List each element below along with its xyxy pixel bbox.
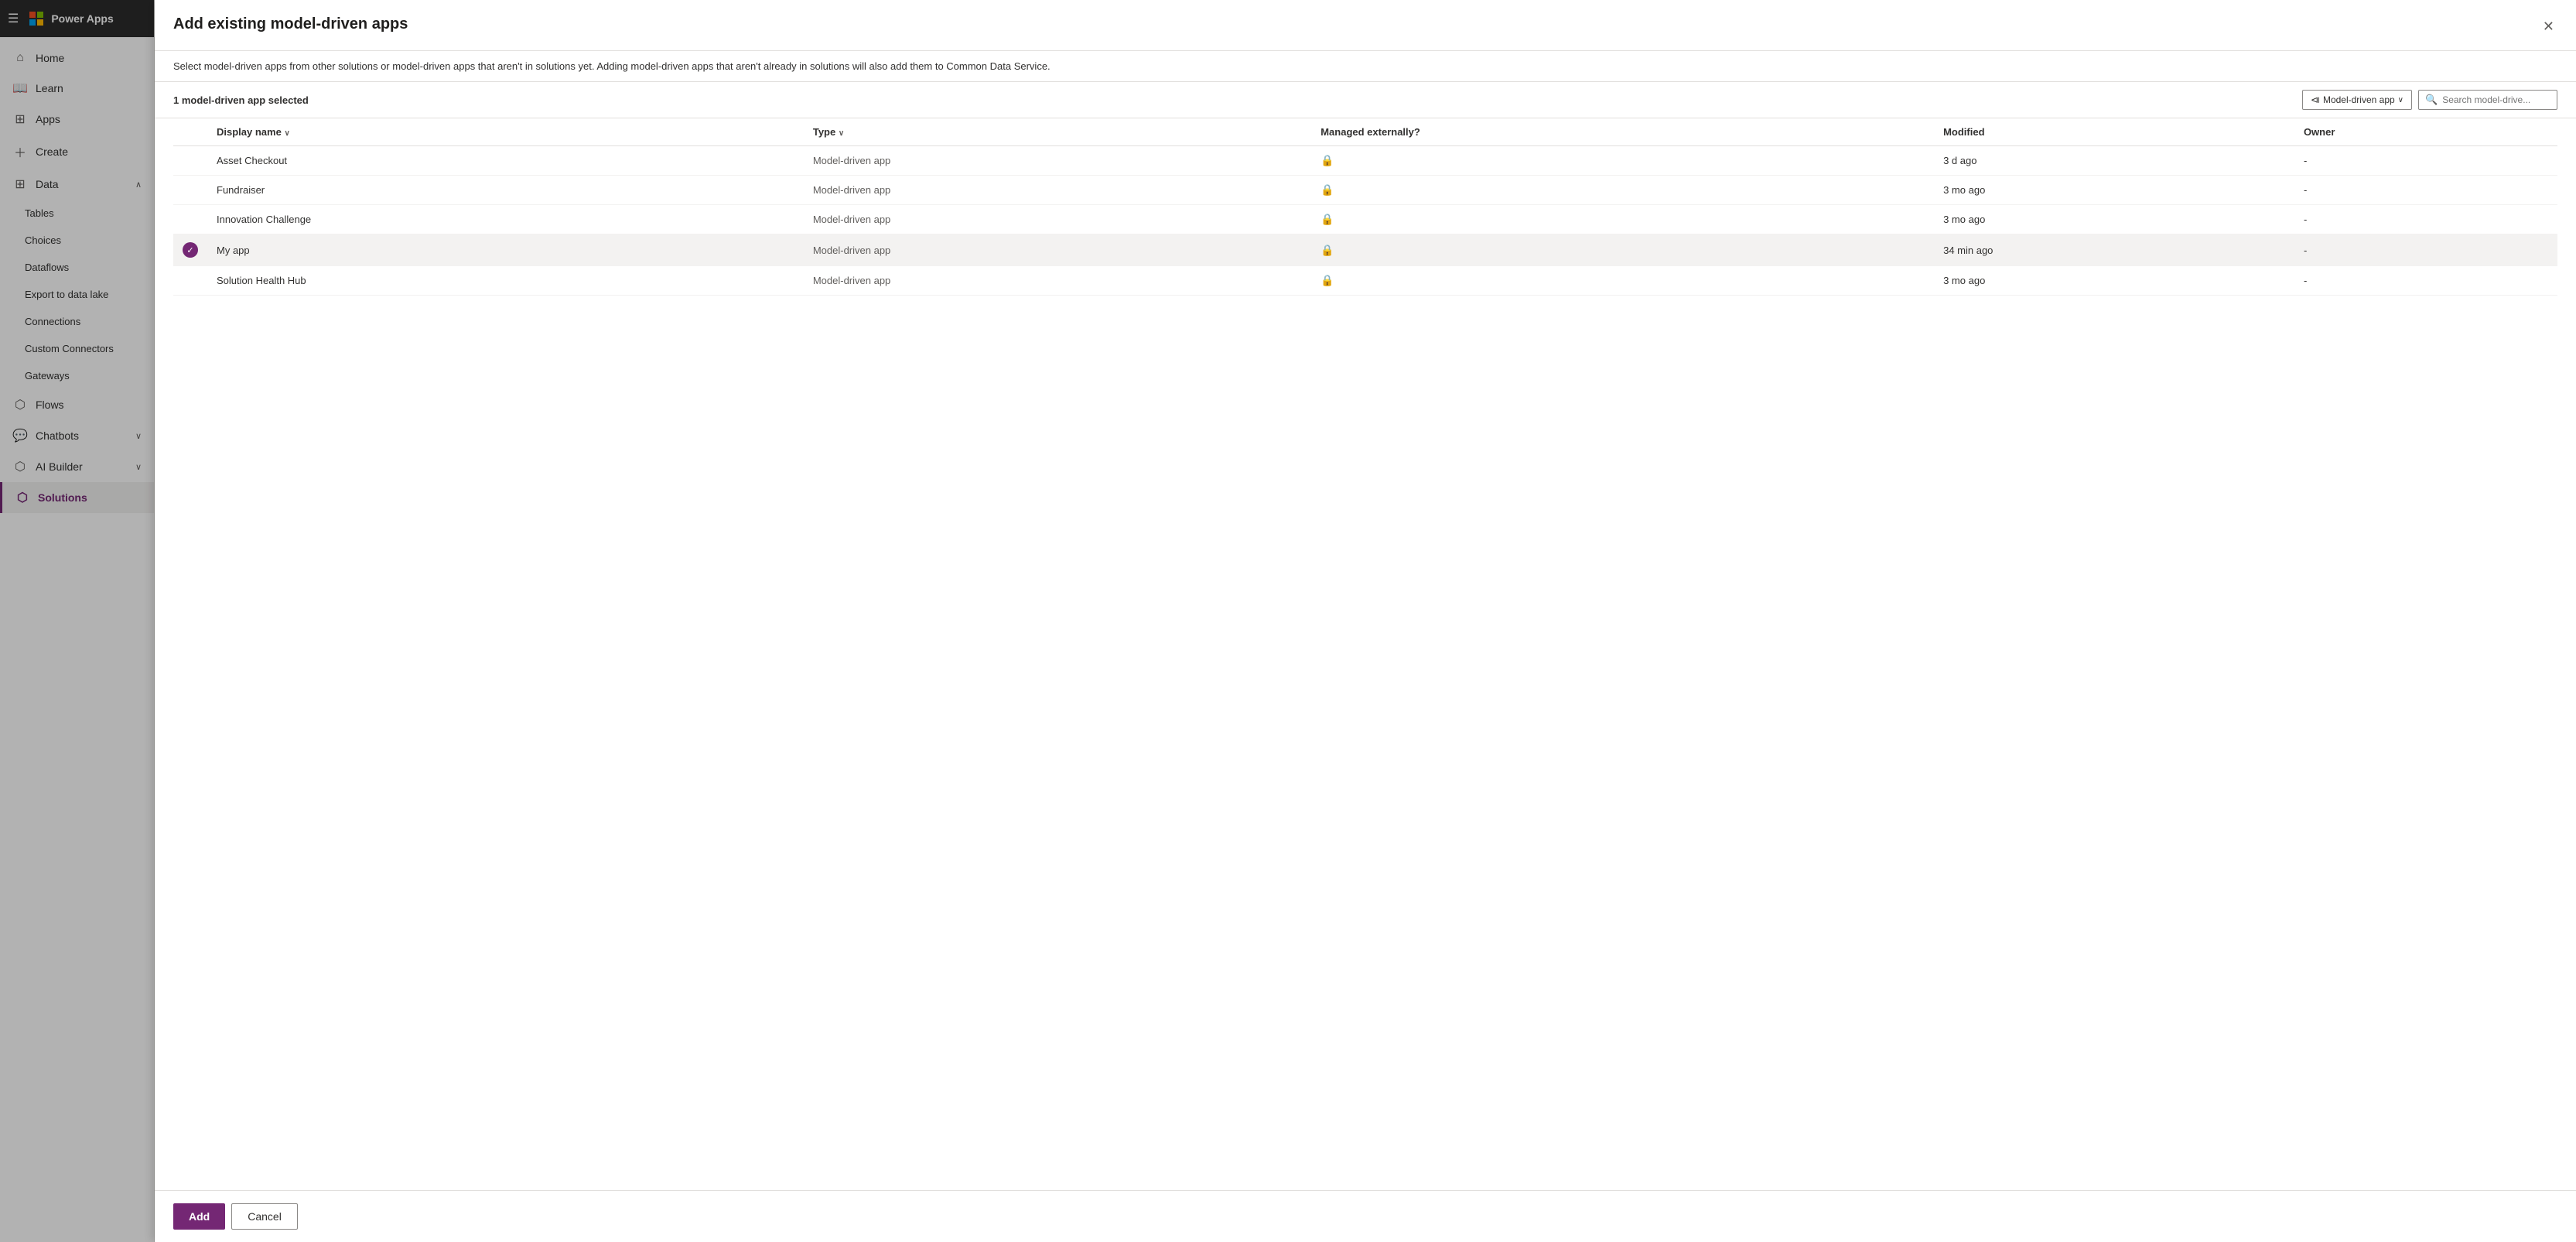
search-icon: 🔍: [2425, 94, 2438, 106]
lock-icon: 🔒: [1320, 154, 1334, 166]
row-managed-asset-checkout: 🔒: [1311, 146, 1934, 176]
cancel-button[interactable]: Cancel: [231, 1203, 298, 1230]
sort-type-icon: ∨: [839, 129, 844, 138]
lock-icon: 🔒: [1320, 183, 1334, 196]
col-display-name[interactable]: Display name ∨: [207, 118, 804, 146]
col-managed-label: Managed externally?: [1320, 126, 1420, 138]
table-row[interactable]: Asset Checkout Model-driven app 🔒 3 d ag…: [173, 146, 2557, 176]
col-type[interactable]: Type ∨: [804, 118, 1311, 146]
col-owner: Owner: [2294, 118, 2557, 146]
panel-toolbar: 1 model-driven app selected ⧏ Model-driv…: [155, 82, 2576, 118]
table-row[interactable]: Solution Health Hub Model-driven app 🔒 3…: [173, 266, 2557, 296]
selection-count: 1 model-driven app selected: [173, 94, 309, 106]
row-modified-solution-health-hub: 3 mo ago: [1934, 266, 2294, 296]
apps-table: Display name ∨ Type ∨ Managed externally…: [173, 118, 2557, 296]
col-check: [173, 118, 207, 146]
row-managed-solution-health-hub: 🔒: [1311, 266, 1934, 296]
row-type-fundraiser: Model-driven app: [804, 176, 1311, 205]
row-owner-fundraiser: -: [2294, 176, 2557, 205]
row-type-my-app: Model-driven app: [804, 234, 1311, 266]
row-owner-asset-checkout: -: [2294, 146, 2557, 176]
lock-icon: 🔒: [1320, 213, 1334, 225]
table-row[interactable]: Fundraiser Model-driven app 🔒 3 mo ago -: [173, 176, 2557, 205]
row-modified-my-app: 34 min ago: [1934, 234, 2294, 266]
panel-title: Add existing model-driven apps: [173, 15, 408, 33]
table-header-row: Display name ∨ Type ∨ Managed externally…: [173, 118, 2557, 146]
add-button[interactable]: Add: [173, 1203, 225, 1230]
add-apps-panel: Add existing model-driven apps ✕ Select …: [155, 0, 2576, 1242]
panel-toolbar-right: ⧏ Model-driven app ∨ 🔍: [2302, 90, 2557, 110]
row-name-innovation-challenge: Innovation Challenge: [207, 205, 804, 234]
col-managed: Managed externally?: [1311, 118, 1934, 146]
search-box[interactable]: 🔍: [2418, 90, 2557, 110]
row-managed-innovation-challenge: 🔒: [1311, 205, 1934, 234]
lock-icon: 🔒: [1320, 244, 1334, 256]
col-modified: Modified: [1934, 118, 2294, 146]
row-owner-innovation-challenge: -: [2294, 205, 2557, 234]
row-modified-asset-checkout: 3 d ago: [1934, 146, 2294, 176]
sort-display-name-icon: ∨: [284, 129, 289, 138]
row-check-fundraiser: [173, 176, 207, 205]
col-owner-label: Owner: [2304, 126, 2335, 138]
search-input[interactable]: [2442, 94, 2550, 105]
row-type-solution-health-hub: Model-driven app: [804, 266, 1311, 296]
table-row[interactable]: Innovation Challenge Model-driven app 🔒 …: [173, 205, 2557, 234]
panel-header: Add existing model-driven apps ✕: [155, 0, 2576, 51]
row-type-asset-checkout: Model-driven app: [804, 146, 1311, 176]
row-managed-fundraiser: 🔒: [1311, 176, 1934, 205]
table-row[interactable]: ✓ My app Model-driven app 🔒 34 min ago -: [173, 234, 2557, 266]
row-name-fundraiser: Fundraiser: [207, 176, 804, 205]
lock-icon: 🔒: [1320, 274, 1334, 286]
col-type-label: Type: [813, 126, 835, 138]
row-check-my-app: ✓: [173, 234, 207, 266]
filter-chevron-icon: ∨: [2398, 96, 2403, 104]
row-managed-my-app: 🔒: [1311, 234, 1934, 266]
row-check-innovation-challenge: [173, 205, 207, 234]
row-type-innovation-challenge: Model-driven app: [804, 205, 1311, 234]
row-owner-my-app: -: [2294, 234, 2557, 266]
filter-icon: ⧏: [2311, 94, 2320, 105]
row-modified-fundraiser: 3 mo ago: [1934, 176, 2294, 205]
filter-label: Model-driven app: [2323, 94, 2395, 105]
row-name-my-app: My app: [207, 234, 804, 266]
row-owner-solution-health-hub: -: [2294, 266, 2557, 296]
panel-description: Select model-driven apps from other solu…: [155, 51, 2576, 82]
panel-close-button[interactable]: ✕: [2540, 15, 2557, 38]
row-name-solution-health-hub: Solution Health Hub: [207, 266, 804, 296]
col-modified-label: Modified: [1943, 126, 1984, 138]
panel-body: Display name ∨ Type ∨ Managed externally…: [155, 118, 2576, 1190]
col-display-name-label: Display name: [217, 126, 282, 138]
selected-checkmark: ✓: [183, 242, 198, 258]
row-check-asset-checkout: [173, 146, 207, 176]
filter-button[interactable]: ⧏ Model-driven app ∨: [2302, 90, 2412, 110]
panel-footer: Add Cancel: [155, 1190, 2576, 1242]
row-name-asset-checkout: Asset Checkout: [207, 146, 804, 176]
row-check-solution-health-hub: [173, 266, 207, 296]
row-modified-innovation-challenge: 3 mo ago: [1934, 205, 2294, 234]
